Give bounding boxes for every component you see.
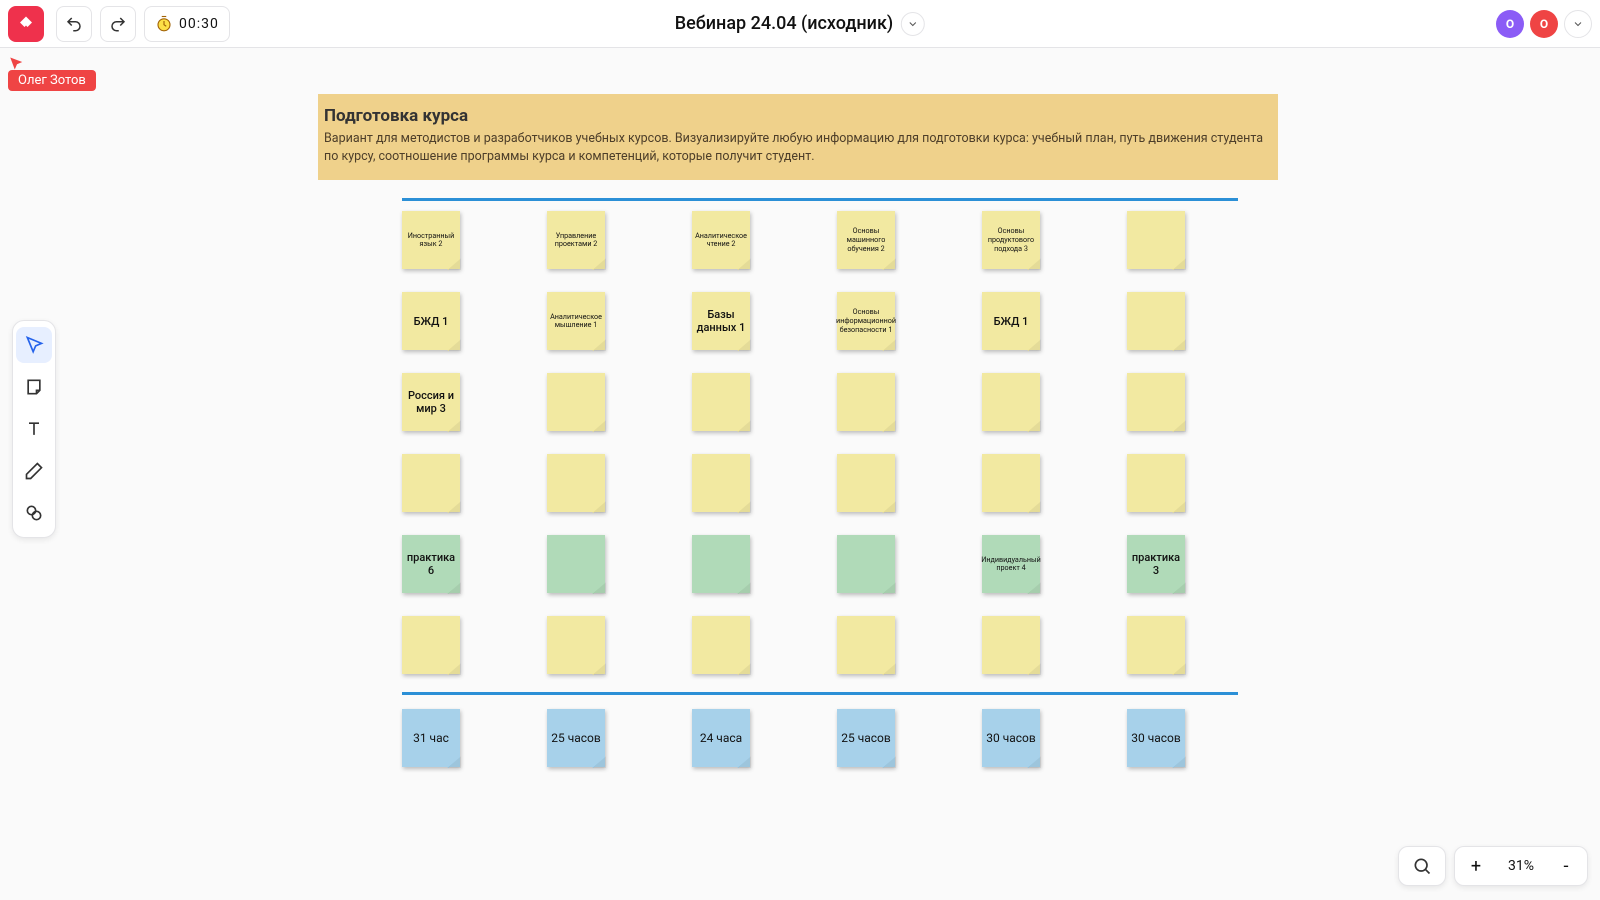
total-note[interactable]: 30 часов <box>982 709 1040 767</box>
timer-button[interactable]: 00:30 <box>144 6 230 42</box>
sticky-note[interactable]: практика 6 <box>402 535 460 593</box>
separator-bottom <box>402 692 1238 695</box>
sticky-note[interactable]: Управление проектами 2 <box>547 211 605 269</box>
timer-value: 00:30 <box>179 16 219 32</box>
sticky-note[interactable] <box>547 373 605 431</box>
select-tool[interactable] <box>16 327 52 363</box>
total-note[interactable]: 25 часов <box>837 709 895 767</box>
sticky-note[interactable]: Аналитическое чтение 2 <box>692 211 750 269</box>
sticky-note[interactable] <box>547 535 605 593</box>
zoom-value[interactable]: 31% <box>1493 858 1549 874</box>
sticky-note[interactable]: Базы данных 1 <box>692 292 750 350</box>
banner-title: Подготовка курса <box>324 106 1272 126</box>
avatar-menu-button[interactable] <box>1564 10 1592 38</box>
sticky-note[interactable] <box>402 454 460 512</box>
sticky-note[interactable] <box>1127 454 1185 512</box>
redo-button[interactable] <box>100 6 136 42</box>
chevron-down-icon <box>907 18 919 30</box>
text-tool[interactable] <box>16 411 52 447</box>
banner-body: Вариант для методистов и разработчиков у… <box>324 130 1272 166</box>
avatar[interactable]: O <box>1496 10 1524 38</box>
sticky-note[interactable] <box>837 616 895 674</box>
total-note[interactable]: 31 час <box>402 709 460 767</box>
banner[interactable]: Подготовка курса Вариант для методистов … <box>318 94 1278 180</box>
avatar[interactable]: O <box>1530 10 1558 38</box>
sticky-note[interactable] <box>1127 292 1185 350</box>
pencil-icon <box>24 461 44 481</box>
pen-tool[interactable] <box>16 453 52 489</box>
sticky-note[interactable]: Аналитическое мышление 1 <box>547 292 605 350</box>
sticky-note[interactable] <box>837 535 895 593</box>
notes-grid: Иностранный язык 2 Управление проектами 2… <box>402 211 1278 674</box>
sticky-note[interactable] <box>1127 373 1185 431</box>
search-button[interactable] <box>1398 846 1446 886</box>
sticky-note[interactable] <box>982 454 1040 512</box>
total-note[interactable]: 24 часа <box>692 709 750 767</box>
sticky-note[interactable] <box>692 616 750 674</box>
redo-icon <box>109 15 127 33</box>
stopwatch-icon <box>155 15 173 33</box>
sticky-note[interactable]: БЖД 1 <box>982 292 1040 350</box>
tool-palette <box>12 320 56 538</box>
sticky-note[interactable] <box>547 616 605 674</box>
sticky-note[interactable]: Россия и мир 3 <box>402 373 460 431</box>
text-icon <box>24 419 44 439</box>
zoom-in-button[interactable]: + <box>1459 846 1493 886</box>
sticky-note[interactable] <box>692 373 750 431</box>
sticky-note[interactable] <box>692 535 750 593</box>
top-bar: 00:30 Вебинар 24.04 (исходник) O O <box>0 0 1600 48</box>
logo-icon <box>17 15 35 33</box>
zoom-control: + 31% - <box>1454 846 1588 886</box>
sticky-note-tool[interactable] <box>16 369 52 405</box>
sticky-note[interactable] <box>692 454 750 512</box>
remote-cursor: Олег Зотов <box>8 56 96 91</box>
sticky-note[interactable] <box>402 616 460 674</box>
zoom-out-button[interactable]: - <box>1549 846 1583 886</box>
total-note[interactable]: 30 часов <box>1127 709 1185 767</box>
canvas[interactable]: Подготовка курса Вариант для методистов … <box>0 48 1600 900</box>
sticky-note[interactable] <box>1127 211 1185 269</box>
sticky-note[interactable] <box>837 454 895 512</box>
board-content: Подготовка курса Вариант для методистов … <box>318 94 1278 767</box>
sticky-note[interactable] <box>547 454 605 512</box>
shapes-icon <box>24 503 44 523</box>
sticky-note[interactable]: Основы машинного обучения 2 <box>837 211 895 269</box>
title-menu-button[interactable] <box>901 12 925 36</box>
sticky-note[interactable]: Индивидуальный проект 4 <box>982 535 1040 593</box>
chevron-down-icon <box>1572 18 1584 30</box>
search-icon <box>1412 856 1432 876</box>
sticky-note[interactable]: Иностранный язык 2 <box>402 211 460 269</box>
remote-cursor-label: Олег Зотов <box>8 70 96 91</box>
undo-button[interactable] <box>56 6 92 42</box>
sticky-note[interactable] <box>982 373 1040 431</box>
sticky-note[interactable]: Основы продуктового подхода 3 <box>982 211 1040 269</box>
totals-row: 31 час 25 часов 24 часа 25 часов 30 часов 30 … <box>402 709 1278 767</box>
board-title[interactable]: Вебинар 24.04 (исходник) <box>675 13 893 34</box>
shapes-tool[interactable] <box>16 495 52 531</box>
sticky-note[interactable]: Основы информационной безопасности 1 <box>837 292 895 350</box>
sticky-note[interactable]: практика 3 <box>1127 535 1185 593</box>
sticky-note[interactable] <box>1127 616 1185 674</box>
undo-icon <box>65 15 83 33</box>
sticky-note[interactable]: БЖД 1 <box>402 292 460 350</box>
sticky-note[interactable] <box>982 616 1040 674</box>
total-note[interactable]: 25 часов <box>547 709 605 767</box>
app-logo[interactable] <box>8 6 44 42</box>
sticky-note[interactable] <box>837 373 895 431</box>
separator-top <box>402 198 1238 201</box>
note-icon <box>24 377 44 397</box>
pointer-icon <box>24 335 44 355</box>
